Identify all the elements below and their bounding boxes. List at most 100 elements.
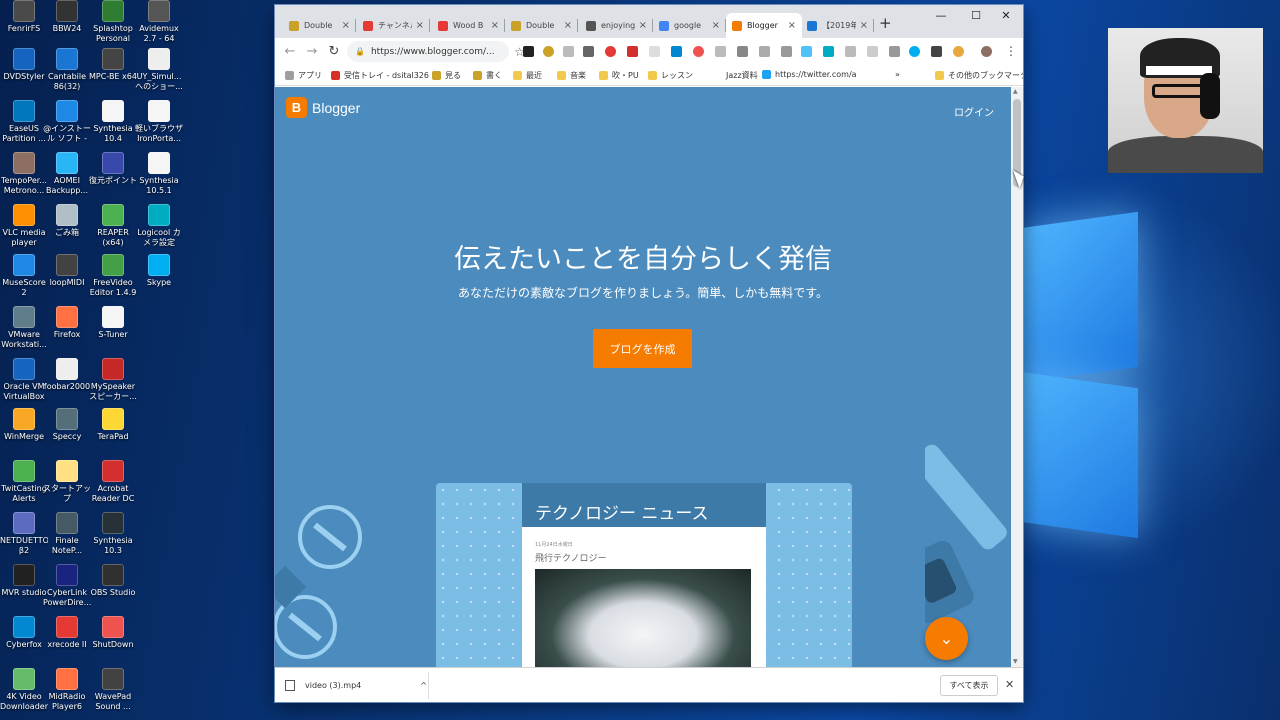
close-tab-icon[interactable]: × bbox=[788, 20, 796, 31]
extension-icon[interactable] bbox=[563, 46, 574, 57]
browser-tab[interactable]: Blogger × bbox=[726, 13, 802, 38]
desktop-icon[interactable]: Acrobat Reader DC bbox=[89, 460, 137, 504]
close-tab-icon[interactable]: × bbox=[639, 20, 647, 31]
desktop-icon[interactable]: Synthesia 10.4 bbox=[89, 100, 137, 144]
desktop-icon[interactable]: NETDUETTO β2 bbox=[0, 512, 48, 556]
address-bar[interactable]: 🔒 https://www.blogger.com/... ☆ bbox=[347, 41, 525, 62]
extension-icon[interactable] bbox=[649, 46, 660, 57]
desktop-icon[interactable]: Speccy bbox=[43, 408, 91, 442]
desktop-icon[interactable]: VLC media player bbox=[0, 204, 48, 248]
desktop-icon[interactable]: 復元ポイント bbox=[89, 152, 137, 186]
extension-icon[interactable] bbox=[931, 46, 942, 57]
extension-icon[interactable] bbox=[693, 46, 704, 57]
desktop-icon[interactable]: Cyberfox bbox=[0, 616, 48, 650]
extension-icon[interactable] bbox=[543, 46, 554, 57]
bookmarks-overflow-button[interactable]: » bbox=[895, 70, 900, 79]
browser-tab[interactable]: google × bbox=[653, 13, 726, 38]
desktop-icon[interactable]: foobar2000 bbox=[43, 358, 91, 392]
extension-icon[interactable] bbox=[627, 46, 638, 57]
close-tab-icon[interactable]: × bbox=[860, 20, 868, 31]
create-blog-button[interactable]: ブログを作成 bbox=[593, 329, 692, 368]
desktop-icon[interactable]: Finale NoteP... bbox=[43, 512, 91, 556]
browser-tab[interactable]: Double × bbox=[283, 13, 356, 38]
browser-tab[interactable]: enjoying × bbox=[580, 13, 653, 38]
close-tab-icon[interactable]: × bbox=[416, 20, 424, 31]
desktop-icon[interactable]: CyberLink PowerDire... bbox=[43, 564, 91, 608]
extension-icon[interactable] bbox=[823, 46, 834, 57]
browser-tab[interactable]: Wood B × bbox=[432, 13, 505, 38]
desktop-icon[interactable]: Firefox bbox=[43, 306, 91, 340]
back-icon[interactable]: ← bbox=[279, 44, 301, 59]
minimize-button[interactable]: — bbox=[926, 9, 956, 22]
desktop-icon[interactable]: TeraPad bbox=[89, 408, 137, 442]
browser-tab[interactable]: 【2019年 × bbox=[801, 13, 874, 38]
desktop-icon[interactable]: MPC-BE x64 bbox=[89, 48, 137, 82]
extension-icon[interactable] bbox=[867, 46, 878, 57]
desktop-icon[interactable]: MVR studio bbox=[0, 564, 48, 598]
extension-icon[interactable] bbox=[953, 46, 964, 57]
bookmark-item[interactable]: 見る bbox=[432, 70, 461, 81]
forward-icon[interactable]: → bbox=[301, 44, 323, 59]
desktop-icon[interactable]: Synthesia 10.5.1 bbox=[135, 152, 183, 196]
bookmark-item[interactable]: 受信トレイ - dsital326 bbox=[331, 70, 429, 81]
desktop-icon[interactable]: VMware Workstati... bbox=[0, 306, 48, 350]
desktop-icon[interactable]: WinMerge bbox=[0, 408, 48, 442]
show-all-button[interactable]: すべて表示 bbox=[940, 675, 998, 696]
desktop-icon[interactable]: Synthesia 10.3 bbox=[89, 512, 137, 556]
login-link[interactable]: ログイン bbox=[954, 104, 994, 119]
desktop-icon[interactable]: FreeVideo Editor 1.4.9 bbox=[89, 254, 137, 298]
close-tab-icon[interactable]: × bbox=[712, 20, 720, 31]
desktop-icon[interactable]: MySpeaker スピーカー... bbox=[89, 358, 137, 402]
desktop-icon[interactable]: EaseUS Partition ... bbox=[0, 100, 48, 144]
bookmark-item[interactable]: その他のブックマーク bbox=[935, 70, 1023, 81]
bookmark-item[interactable]: アプリ bbox=[285, 70, 322, 81]
desktop-icon[interactable]: Splashtop Personal bbox=[89, 0, 137, 44]
reload-icon[interactable]: ↻ bbox=[323, 44, 345, 59]
desktop-icon[interactable]: Skype bbox=[135, 254, 183, 288]
close-window-button[interactable]: ✕ bbox=[991, 9, 1021, 22]
bookmark-item[interactable]: 書く bbox=[473, 70, 502, 81]
desktop-icon[interactable]: OBS Studio bbox=[89, 564, 137, 598]
extension-icon[interactable] bbox=[605, 46, 616, 57]
bookmark-item[interactable]: 最近 bbox=[513, 70, 542, 81]
extension-icon[interactable] bbox=[671, 46, 682, 57]
desktop-icon[interactable]: MidRadio Player6 bbox=[43, 668, 91, 712]
scroll-up-arrow[interactable]: ▲ bbox=[1013, 88, 1018, 95]
desktop-icon[interactable]: loopMIDI bbox=[43, 254, 91, 288]
desktop-icon[interactable]: WavePad Sound ... bbox=[89, 668, 137, 712]
desktop-icon[interactable]: スタートアップ bbox=[43, 460, 91, 504]
desktop-icon[interactable]: 4K Video Downloader bbox=[0, 668, 48, 712]
extension-icon[interactable] bbox=[781, 46, 792, 57]
download-item[interactable]: video (3).mp4 ^ bbox=[285, 668, 427, 702]
desktop-icon[interactable]: Logicool カメラ設定 bbox=[135, 204, 183, 248]
extension-icon[interactable] bbox=[715, 46, 726, 57]
scroll-down-arrow[interactable]: ▼ bbox=[1013, 658, 1018, 665]
skype-icon[interactable] bbox=[909, 46, 920, 57]
extension-icon[interactable] bbox=[737, 46, 748, 57]
blogger-logo[interactable]: B Blogger bbox=[286, 97, 360, 118]
bookmark-item[interactable]: レッスン bbox=[648, 70, 693, 81]
desktop-icon[interactable]: BBW24 bbox=[43, 0, 91, 34]
desktop-icon[interactable]: TwitCasting Alerts bbox=[0, 460, 48, 504]
bookmark-item[interactable]: https://twitter.com/a bbox=[762, 70, 857, 79]
desktop-icon[interactable]: ごみ箱 bbox=[43, 204, 91, 238]
browser-tab[interactable]: チャンネル × bbox=[357, 13, 430, 38]
menu-icon[interactable]: ⋮ bbox=[1005, 44, 1017, 58]
bookmark-item[interactable]: 音楽 bbox=[557, 70, 586, 81]
desktop-icon[interactable]: Oracle VM VirtualBox bbox=[0, 358, 48, 402]
close-tab-icon[interactable]: × bbox=[564, 20, 572, 31]
desktop-icon[interactable]: AOMEI Backupp... bbox=[43, 152, 91, 196]
new-tab-button[interactable]: + bbox=[879, 14, 892, 32]
desktop-icon[interactable]: xrecode II bbox=[43, 616, 91, 650]
desktop-icon[interactable]: FenrirFS bbox=[0, 0, 48, 34]
desktop-icon[interactable]: ShutDown bbox=[89, 616, 137, 650]
close-tab-icon[interactable]: × bbox=[491, 20, 499, 31]
extension-icon[interactable] bbox=[523, 46, 534, 57]
extension-icon[interactable] bbox=[889, 46, 900, 57]
desktop-icon[interactable]: REAPER (x64) bbox=[89, 204, 137, 248]
desktop-icon[interactable]: 軽いブラウザ IronPorta... bbox=[135, 100, 183, 144]
scroll-down-button[interactable]: ⌄ bbox=[925, 617, 968, 660]
desktop-icon[interactable]: @インストール ソフト - ショ... bbox=[43, 100, 91, 144]
extension-icon[interactable] bbox=[583, 46, 594, 57]
profile-avatar[interactable] bbox=[981, 46, 992, 57]
